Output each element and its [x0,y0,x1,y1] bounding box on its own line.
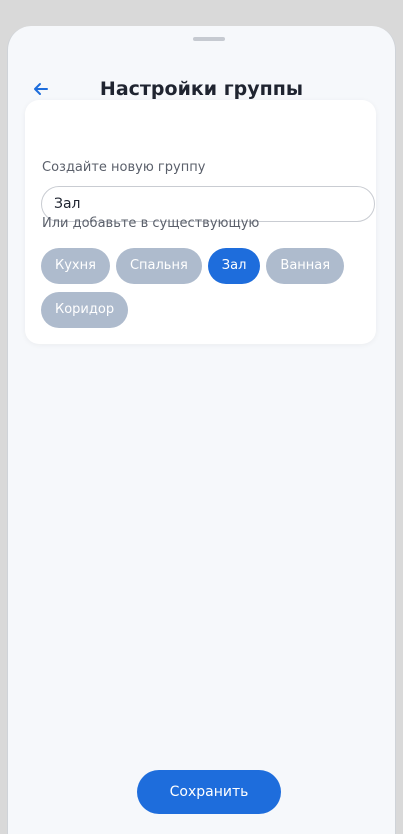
group-chip-bedroom[interactable]: Спальня [115,248,202,284]
save-button[interactable]: Сохранить [137,770,281,814]
bottom-sheet: Настройки группы Создайте новую группу И… [7,26,396,834]
existing-group-label: Или добавьте в существующую [42,216,260,231]
new-group-label: Создайте новую группу [42,160,206,175]
group-chip-bathroom[interactable]: Ванная [266,248,345,284]
drag-handle[interactable] [193,37,225,41]
group-settings-card: Создайте новую группу Или добавьте в сущ… [25,100,376,344]
group-chip-corridor[interactable]: Коридор [41,292,129,328]
page-title: Настройки группы [99,78,304,100]
group-chip-kitchen[interactable]: Кухня [41,248,110,284]
group-chip-hall[interactable]: Зал [207,248,261,284]
group-chips: Кухня Спальня Зал Ванная Коридор [41,248,375,328]
